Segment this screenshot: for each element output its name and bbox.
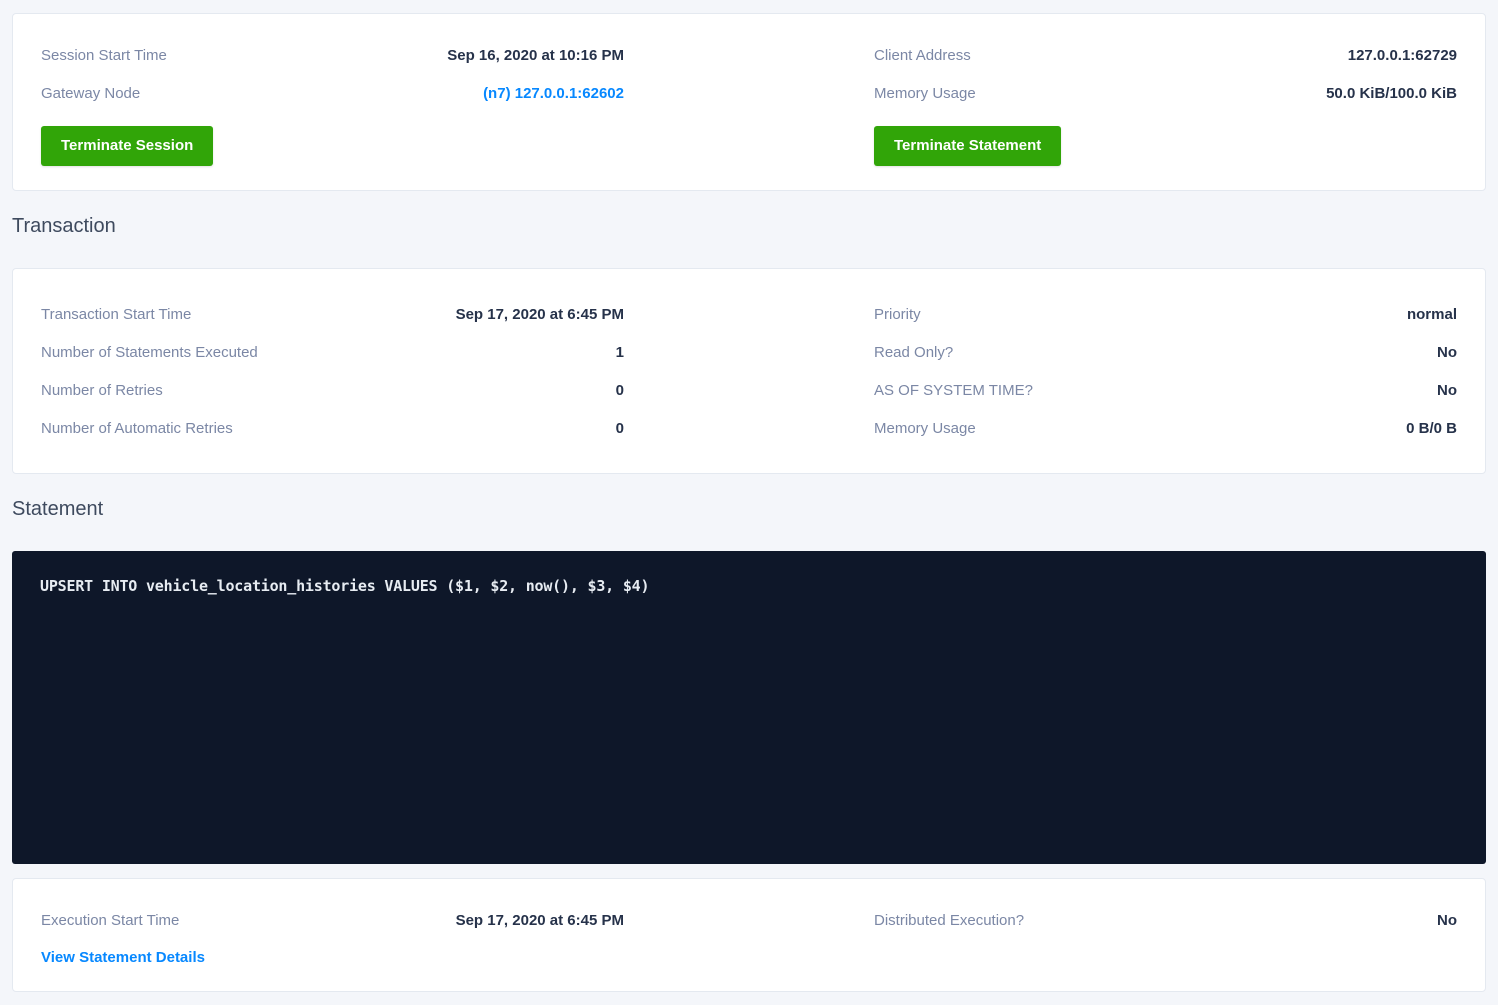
view-statement-details-link[interactable]: View Statement Details [41,943,205,973]
transaction-memory-usage-row: Memory Usage 0 B/0 B [874,409,1457,447]
terminate-session-button[interactable]: Terminate Session [41,126,213,166]
execution-left-column: Execution Start Time Sep 17, 2020 at 6:4… [41,901,624,973]
session-start-time-row: Session Start Time Sep 16, 2020 at 10:16… [41,36,624,74]
priority-label: Priority [874,306,921,323]
gateway-node-label: Gateway Node [41,85,140,102]
session-summary-left-column: Session Start Time Sep 16, 2020 at 10:16… [41,36,624,166]
execution-start-time-row: Execution Start Time Sep 17, 2020 at 6:4… [41,901,624,939]
retries-label: Number of Retries [41,382,163,399]
priority-row: Priority normal [874,295,1457,333]
execution-right-column: Distributed Execution? No [874,901,1457,973]
transaction-start-time-label: Transaction Start Time [41,306,191,323]
read-only-row: Read Only? No [874,333,1457,371]
session-start-time-label: Session Start Time [41,47,167,64]
transaction-start-time-value: Sep 17, 2020 at 6:45 PM [456,306,624,323]
statements-executed-row: Number of Statements Executed 1 [41,333,624,371]
as-of-system-time-row: AS OF SYSTEM TIME? No [874,371,1457,409]
session-memory-usage-row: Memory Usage 50.0 KiB/100.0 KiB [874,74,1457,112]
execution-start-time-label: Execution Start Time [41,912,179,929]
read-only-value: No [1437,344,1457,361]
statements-executed-value: 1 [616,344,624,361]
session-summary-right-column: Client Address 127.0.0.1:62729 Memory Us… [874,36,1457,166]
gateway-node-link[interactable]: (n7) 127.0.0.1:62602 [483,85,624,102]
statement-section-heading: Statement [12,498,1486,521]
client-address-label: Client Address [874,47,971,64]
distributed-execution-value: No [1437,912,1457,929]
transaction-memory-usage-value: 0 B/0 B [1406,420,1457,437]
execution-card: Execution Start Time Sep 17, 2020 at 6:4… [12,878,1486,992]
transaction-start-time-row: Transaction Start Time Sep 17, 2020 at 6… [41,295,624,333]
automatic-retries-value: 0 [616,420,624,437]
retries-value: 0 [616,382,624,399]
retries-row: Number of Retries 0 [41,371,624,409]
priority-value: normal [1407,306,1457,323]
session-memory-usage-label: Memory Usage [874,85,976,102]
session-start-time-value: Sep 16, 2020 at 10:16 PM [447,47,624,64]
execution-start-time-value: Sep 17, 2020 at 6:45 PM [456,912,624,929]
transaction-right-column: Priority normal Read Only? No AS OF SYST… [874,295,1457,447]
gateway-node-row: Gateway Node (n7) 127.0.0.1:62602 [41,74,624,112]
statement-sql-box: UPSERT INTO vehicle_location_histories V… [12,551,1486,864]
terminate-statement-button[interactable]: Terminate Statement [874,126,1061,166]
client-address-value: 127.0.0.1:62729 [1348,47,1457,64]
as-of-system-time-value: No [1437,382,1457,399]
distributed-execution-row: Distributed Execution? No [874,901,1457,939]
session-summary-card: Session Start Time Sep 16, 2020 at 10:16… [12,13,1486,191]
transaction-memory-usage-label: Memory Usage [874,420,976,437]
client-address-row: Client Address 127.0.0.1:62729 [874,36,1457,74]
statements-executed-label: Number of Statements Executed [41,344,258,361]
transaction-left-column: Transaction Start Time Sep 17, 2020 at 6… [41,295,624,447]
transaction-card: Transaction Start Time Sep 17, 2020 at 6… [12,268,1486,474]
session-details-page: Session Start Time Sep 16, 2020 at 10:16… [0,0,1498,992]
transaction-section-heading: Transaction [12,215,1486,238]
session-memory-usage-value: 50.0 KiB/100.0 KiB [1326,85,1457,102]
distributed-execution-label: Distributed Execution? [874,912,1024,929]
read-only-label: Read Only? [874,344,953,361]
as-of-system-time-label: AS OF SYSTEM TIME? [874,382,1033,399]
statement-sql-text: UPSERT INTO vehicle_location_histories V… [40,577,1458,595]
automatic-retries-row: Number of Automatic Retries 0 [41,409,624,447]
automatic-retries-label: Number of Automatic Retries [41,420,233,437]
